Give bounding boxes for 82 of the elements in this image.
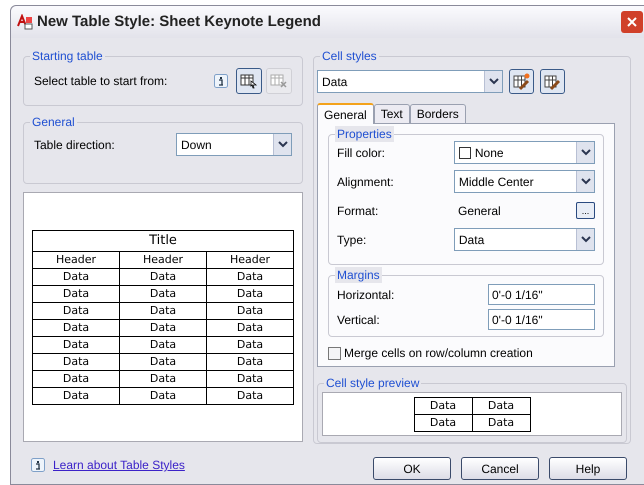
table-cell: Data: [120, 387, 206, 404]
color-swatch-icon: [458, 146, 471, 158]
dialog-button[interactable]: OK: [373, 457, 451, 480]
group-title: Starting table: [30, 48, 105, 64]
dropdown[interactable]: Data: [317, 70, 503, 93]
table-delete-icon: [270, 73, 288, 89]
field-label: Table direction:: [34, 136, 116, 154]
field-label: Vertical:: [337, 312, 381, 328]
tab[interactable]: Text: [374, 104, 410, 123]
table-cell: Data: [32, 336, 120, 353]
close-button[interactable]: [621, 11, 643, 33]
input-field[interactable]: 0'-0 1/16": [488, 309, 595, 330]
group-title: Cell styles: [320, 48, 379, 64]
dropdown[interactable]: Middle Center: [454, 170, 595, 193]
close-icon: [627, 17, 637, 27]
field-label: Type:: [337, 232, 368, 248]
table-cell: Data: [120, 285, 206, 302]
field-value: General: [458, 202, 502, 220]
table-cell: Data: [206, 353, 294, 370]
chevron-down-icon: [488, 78, 498, 85]
table-cell: Data: [120, 353, 206, 370]
dropdown[interactable]: None: [454, 141, 595, 164]
header-cell: Header: [120, 251, 206, 268]
table-cell: Data: [206, 285, 294, 302]
input-field[interactable]: 0'-0 1/16": [488, 284, 595, 305]
table-cell: Data: [206, 370, 294, 387]
group-title: Cell style preview: [324, 375, 422, 391]
dialog-button[interactable]: Help: [549, 457, 627, 480]
dropdown[interactable]: Down: [176, 133, 292, 156]
table-cell: Data: [120, 336, 206, 353]
chevron-down-icon: [278, 141, 288, 148]
table-cell: Data: [472, 414, 530, 431]
table-cell: Data: [32, 387, 120, 404]
browse-button[interactable]: ...: [576, 202, 595, 219]
help-link[interactable]: Learn about Table Styles: [53, 456, 185, 474]
app-logo-icon: [17, 14, 33, 30]
table-cell: Data: [414, 397, 472, 414]
table-brush-icon: [512, 72, 530, 90]
table-cell: Data: [120, 268, 206, 285]
field-label: Horizontal:: [337, 286, 396, 304]
table-cell: Data: [414, 414, 472, 431]
table-cell: Data: [120, 370, 206, 387]
table-cell: Data: [32, 302, 120, 319]
chevron-down-icon: [580, 149, 590, 156]
table-cell: Data: [32, 268, 120, 285]
group-title: Properties: [335, 126, 394, 142]
window-title: New Table Style: Sheet Keynote Legend: [37, 12, 322, 32]
table-cell: Data: [32, 319, 120, 336]
tab[interactable]: Borders: [410, 104, 466, 123]
table-cell: Data: [120, 302, 206, 319]
select-table-button[interactable]: [236, 68, 262, 94]
tab[interactable]: General: [317, 103, 374, 124]
table-cell: Data: [32, 285, 120, 302]
table-cell: Data: [206, 336, 294, 353]
checkbox-label: Merge cells on row/column creation: [344, 345, 533, 362]
table-brush-icon: [544, 72, 562, 90]
field-label: Format:: [337, 202, 380, 220]
table-cell: Data: [206, 319, 294, 336]
dialog-button[interactable]: Cancel: [461, 457, 539, 480]
table-cell: Data: [120, 319, 206, 336]
table-pointer-icon: [240, 73, 258, 89]
header-cell: Header: [32, 251, 120, 268]
dropdown[interactable]: Data: [454, 228, 595, 251]
group-title: Margins: [335, 267, 382, 283]
table-cell: Data: [472, 397, 530, 414]
field-label: Alignment:: [337, 174, 395, 190]
manage-cell-styles-button[interactable]: [540, 69, 565, 94]
field-label: Fill color:: [337, 144, 386, 162]
field-label: Select table to start from:: [34, 73, 168, 90]
new-cell-style-button[interactable]: [509, 69, 534, 94]
chevron-down-icon: [580, 178, 590, 185]
table-cell: Data: [32, 353, 120, 370]
chevron-down-icon: [580, 236, 590, 243]
table-title: Title: [32, 230, 294, 251]
info-icon: [31, 458, 45, 472]
info-icon: [214, 74, 228, 88]
table-cell: Data: [206, 268, 294, 285]
checkbox[interactable]: [328, 346, 341, 360]
table-cell: Data: [206, 302, 294, 319]
table-cell: Data: [206, 387, 294, 404]
header-cell: Header: [206, 251, 294, 268]
table-cell: Data: [32, 370, 120, 387]
